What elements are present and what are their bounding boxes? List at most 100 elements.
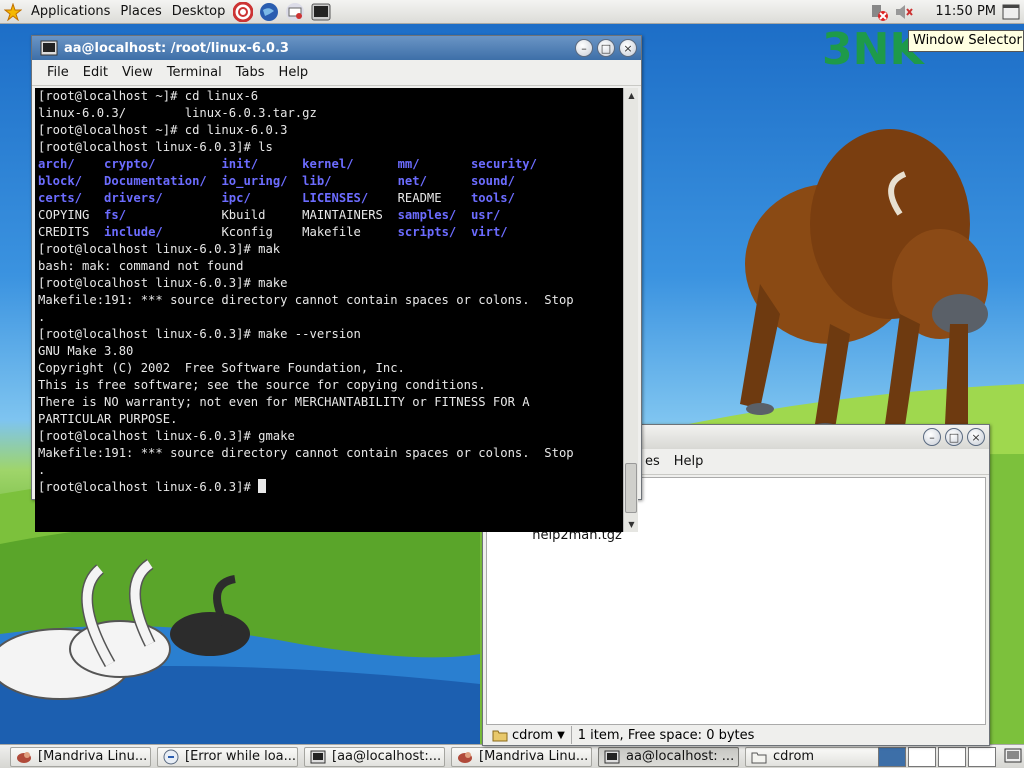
window-selector-tooltip: Window Selector [908,30,1024,52]
menu-terminal[interactable]: Terminal [160,65,229,80]
directory-entry: init/ [221,157,303,171]
directory-entry: ipc/ [221,191,303,205]
taskbar-button-label: [aa@localhost:... [332,749,442,764]
chevron-down-icon: ▼ [557,729,565,741]
terminal-scrollbar[interactable]: ▲ ▼ [623,88,638,532]
mandriva-icon [457,749,473,765]
error-dialog-icon [163,749,179,765]
terminal-icon[interactable] [310,1,332,23]
file-entry: Kbuild [221,208,303,222]
file-entry: CREDITS [38,225,105,239]
top-panel: Applications Places Desktop 11:50 PM [0,0,1024,24]
terminal-output[interactable]: [root@localhost ~]# cd linux-6 linux-6.0.… [35,88,625,532]
desktop-menu[interactable]: Desktop [167,0,231,24]
terminal-cursor [258,479,267,493]
folder-icon [492,730,508,742]
scroll-up-arrow-icon[interactable]: ▲ [624,88,639,103]
file-entry: COPYING [38,208,105,222]
web-browser-icon[interactable] [258,1,280,23]
terminal-line: [root@localhost linux-6.0.3]# make --ver… [38,327,361,341]
taskbar-button[interactable]: [Error while loa... [157,746,298,767]
directory-entry: samples/ [397,208,471,222]
menu-edit[interactable]: Edit [76,65,115,80]
status-text: 1 item, Free space: 0 bytes [577,727,755,743]
workspace-2[interactable] [908,747,936,767]
directory-entry: io_uring/ [221,174,303,188]
directory-entry: virt/ [470,225,508,239]
directory-entry: block/ [38,174,105,188]
menu-help[interactable]: Help [667,454,711,469]
directory-entry: kernel/ [302,157,398,171]
terminal-line: arch/ crypto/ init/ kernel/ mm/ security… [38,156,622,173]
terminal-line: [root@localhost linux-6.0.3]# gmake [38,429,295,443]
terminal-line: GNU Make 3.80 [38,344,134,358]
terminal-line: Makefile:191: *** source directory canno… [38,446,574,460]
menu-help[interactable]: Help [272,65,316,80]
taskbar-button-label: aa@localhost: ... [626,749,735,764]
taskbar-button[interactable]: [aa@localhost:... [304,746,445,767]
places-menu[interactable]: Places [115,0,166,24]
window-list: [Mandriva Linu... [Error while loa... [aa@… [10,746,892,767]
taskbar-button-label: cdrom [773,749,815,764]
directory-entry: certs/ [38,191,105,205]
terminal-line: [root@localhost ~]# cd linux-6.0.3 [38,123,288,137]
maximize-button[interactable]: □ [945,428,963,446]
directory-entry: Documentation/ [104,174,222,188]
terminal-line: CREDITS include/ Kconfig Makefile script… [38,224,622,241]
terminal-line: Copyright (C) 2002 Free Software Foundat… [38,361,405,375]
terminal-line: COPYING fs/ Kbuild MAINTAINERS samples/ … [38,207,622,224]
maximize-button[interactable]: □ [597,39,615,57]
terminal-menubar: File Edit View Terminal Tabs Help [32,60,641,86]
terminal-line: block/ Documentation/ io_uring/ lib/ net… [38,173,622,190]
file-entry: Makefile [302,225,398,239]
help-icon[interactable] [232,1,254,23]
directory-entry: security/ [470,157,537,171]
directory-entry: include/ [104,225,222,239]
terminal-line: linux-6.0.3/ linux-6.0.3.tar.gz [38,106,317,120]
directory-entry: fs/ [104,208,222,222]
main-menu-star-icon[interactable] [2,1,24,23]
terminal-line: This is free software; see the source fo… [38,378,486,392]
taskbar-button[interactable]: [Mandriva Linu... [451,746,592,767]
directory-entry: arch/ [38,157,105,171]
directory-entry: mm/ [397,157,471,171]
close-button[interactable]: × [619,39,637,57]
menu-file[interactable]: File [40,65,76,80]
location-selector[interactable]: cdrom ▼ [486,726,572,744]
menu-tabs[interactable]: Tabs [229,65,272,80]
terminal-line: [root@localhost linux-6.0.3]# mak [38,242,281,256]
workspace-switcher [878,747,1022,768]
volume-muted-icon[interactable] [894,1,914,27]
directory-entry: sound/ [470,174,515,188]
terminal-window-icon[interactable] [40,40,58,60]
terminal-line: [root@localhost ~]# cd linux-6 [38,89,259,103]
workspace-4[interactable] [968,747,996,767]
taskbar-button[interactable]: [Mandriva Linu... [10,746,151,767]
terminal-line: Makefile:191: *** source directory canno… [38,293,574,307]
minimize-button[interactable]: – [923,428,941,446]
terminal-titlebar[interactable]: aa@localhost: /root/linux-6.0.3 – □ × [32,36,641,60]
taskbar-button[interactable]: aa@localhost: ... [598,746,739,767]
menu-item-partial[interactable]: es [638,454,667,469]
network-disconnected-icon[interactable] [868,1,890,27]
window-selector-icon[interactable] [1002,3,1020,25]
status-bar: cdrom ▼ 1 item, Free space: 0 bytes [486,725,986,745]
terminal-title: aa@localhost: /root/linux-6.0.3 [64,40,289,56]
scrollbar-thumb[interactable] [625,463,637,513]
terminal-line: There is NO warranty; not even for MERCH… [38,395,530,409]
workspace-3[interactable] [938,747,966,767]
minimize-button[interactable]: – [575,39,593,57]
workspace-1[interactable] [878,747,906,767]
show-desktop-icon[interactable] [1004,747,1022,768]
file-entry: README [397,191,471,205]
close-button[interactable]: × [967,428,985,446]
mail-icon[interactable] [284,1,306,23]
applications-menu[interactable]: Applications [26,0,115,24]
taskbar-button[interactable]: cdrom [745,746,886,767]
clock[interactable]: 11:50 PM [935,0,996,24]
terminal-window[interactable]: aa@localhost: /root/linux-6.0.3 – □ × Fi… [31,35,642,532]
directory-entry: crypto/ [104,157,222,171]
system-tray [868,1,914,27]
scroll-down-arrow-icon[interactable]: ▼ [624,517,639,532]
menu-view[interactable]: View [115,65,160,80]
